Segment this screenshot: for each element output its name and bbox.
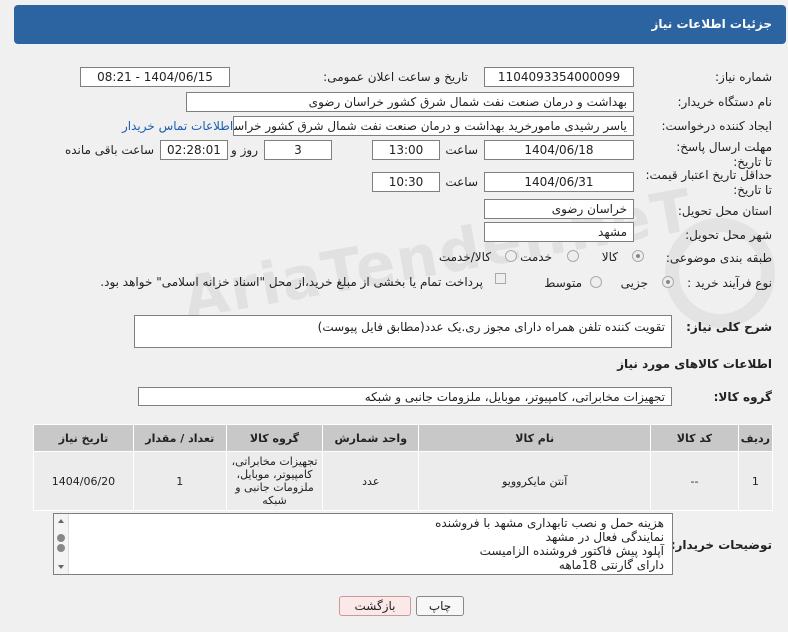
process-radio-minor[interactable] xyxy=(662,276,674,288)
cell-name: آنتن مایکروویو xyxy=(418,451,652,511)
city-field: مشهد xyxy=(484,222,634,242)
cell-group: تجهیزات مخابراتی، کامپیوتر، موبایل، ملزو… xyxy=(225,451,324,511)
category-radio-both[interactable] xyxy=(505,250,517,262)
cell-row-number: 1 xyxy=(737,451,774,511)
province-label: استان محل تحویل: xyxy=(677,204,772,218)
payment-checkbox[interactable] xyxy=(495,273,506,284)
deadline-time-field: 13:00 xyxy=(372,140,440,160)
creator-field: یاسر رشیدی مامورخرید بهداشت و درمان صنعت… xyxy=(233,116,634,136)
table-row: 1 -- آنتن مایکروویو عدد تجهیزات مخابراتی… xyxy=(33,451,774,511)
buyer-note-line: نمایندگی فعال در مشهد xyxy=(545,530,664,544)
description-label: شرح کلی نیاز: xyxy=(686,320,772,334)
buyer-org-field: بهداشت و درمان صنعت نفت شمال شرق کشور خر… xyxy=(186,92,634,112)
days-field: 3 xyxy=(264,140,332,160)
col-header-group: گروه کالا xyxy=(225,424,324,452)
city-label: شهر محل تحویل: xyxy=(685,228,772,242)
cell-need-date: 1404/06/20 xyxy=(33,451,134,511)
back-button[interactable]: بازگشت xyxy=(339,596,411,616)
process-option-medium: متوسط xyxy=(544,276,582,290)
validity-time-field: 10:30 xyxy=(372,172,440,192)
deadline-time-label: ساعت xyxy=(445,143,478,157)
buyer-contact-link[interactable]: اطلاعات تماس خریدار xyxy=(122,119,233,133)
scrollbar-arrows-icon xyxy=(57,519,65,569)
table-header-row: ردیف کد کالا نام کالا واحد شمارش گروه کا… xyxy=(33,424,774,452)
items-table: ردیف کد کالا نام کالا واحد شمارش گروه کا… xyxy=(33,424,774,511)
category-option-service: خدمت xyxy=(520,250,552,264)
goods-group-field: تجهیزات مخابراتی، کامپیوتر، موبایل، ملزو… xyxy=(138,387,672,406)
notes-scrollbar[interactable] xyxy=(54,514,69,574)
province-field: خراسان رضوی xyxy=(484,199,634,219)
deadline-date-field: 1404/06/18 xyxy=(484,140,634,160)
category-radio-service[interactable] xyxy=(567,250,579,262)
payment-note: پرداخت تمام یا بخشی از مبلغ خرید،از محل … xyxy=(100,275,483,289)
announce-field: 1404/06/15 - 08:21 xyxy=(80,67,230,87)
buyer-org-label: نام دستگاه خریدار: xyxy=(677,95,773,109)
cell-quantity: 1 xyxy=(132,451,227,511)
cell-code: -- xyxy=(650,451,739,511)
category-option-both: کالا/خدمت xyxy=(438,250,491,264)
goods-group-label: گروه کالا: xyxy=(713,390,772,404)
validity-date-field: 1404/06/31 xyxy=(484,172,634,192)
page-title: جزئیات اطلاعات نیاز xyxy=(651,17,772,31)
category-option-goods: کالا xyxy=(601,250,618,264)
col-header-need-date: تاریخ نیاز xyxy=(33,424,134,452)
buyer-note-line: هزینه حمل و نصب تابهداری مشهد با فروشنده xyxy=(435,516,664,530)
category-radio-goods[interactable] xyxy=(632,250,644,262)
col-header-code: کد کالا xyxy=(650,424,739,452)
validity-time-label: ساعت xyxy=(445,175,478,189)
buyer-note-line: دارای گارنتی 18ماهه xyxy=(558,558,664,572)
need-number-label: شماره نیاز: xyxy=(715,70,772,84)
goods-section-title: اطلاعات کالاهای مورد نیاز xyxy=(617,357,772,371)
category-label: طبقه بندی موضوعی: xyxy=(665,251,772,265)
description-field: تقویت کننده تلفن همراه دارای مجوز ری.یک … xyxy=(134,315,672,348)
need-number-field: 1104093354000099 xyxy=(484,67,634,87)
col-header-name: نام کالا xyxy=(418,424,652,452)
buyer-notes-field: هزینه حمل و نصب تابهداری مشهد با فروشنده… xyxy=(53,513,673,575)
buyer-note-line: آپلود پیش فاکتور فروشنده الزامیست xyxy=(479,544,664,558)
col-header-unit: واحد شمارش xyxy=(322,424,420,452)
process-option-minor: جزیی xyxy=(620,276,648,290)
process-radio-medium[interactable] xyxy=(590,276,602,288)
page-header: جزئیات اطلاعات نیاز xyxy=(14,5,786,44)
remaining-time-field: 02:28:01 xyxy=(160,140,228,160)
deadline-label: مهلت ارسال پاسخ: تا تاریخ: xyxy=(676,140,772,169)
col-header-row-number: ردیف xyxy=(737,424,774,452)
print-button[interactable]: چاپ xyxy=(416,596,464,616)
creator-label: ایجاد کننده درخواست: xyxy=(661,119,772,133)
validity-label: حداقل تاریخ اعتبار قیمت: تا تاریخ: xyxy=(645,168,772,197)
cell-unit: عدد xyxy=(322,451,420,511)
announce-label: تاریخ و ساعت اعلان عمومی: xyxy=(323,70,468,84)
remaining-time-label: ساعت باقی مانده xyxy=(64,143,154,157)
col-header-quantity: تعداد / مقدار xyxy=(132,424,227,452)
buyer-notes-label: توضیحات خریدار: xyxy=(670,538,772,552)
process-label: نوع فرآیند خرید : xyxy=(687,276,772,290)
days-label: روز و xyxy=(231,143,258,157)
